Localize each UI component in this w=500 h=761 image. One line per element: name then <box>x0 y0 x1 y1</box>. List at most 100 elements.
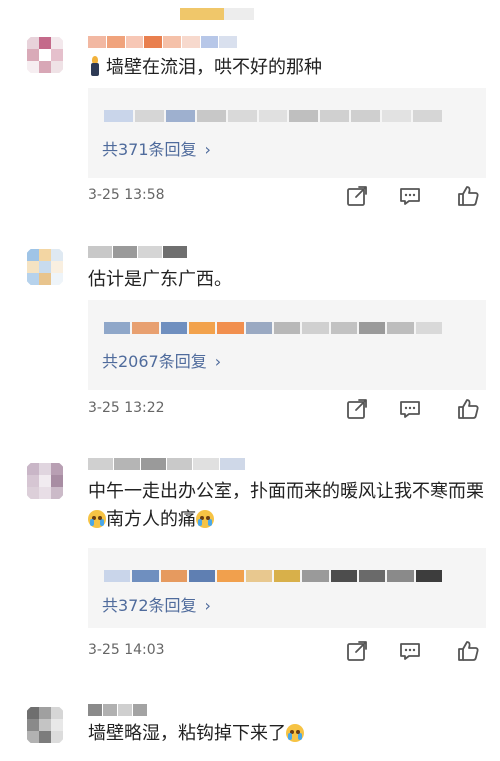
avatar-mosaic-cell <box>51 487 63 499</box>
comment-time: 3-25 14:03 <box>88 642 165 658</box>
reply-mosaic-cell <box>258 110 288 122</box>
username-mosaic-cell <box>114 458 140 470</box>
reply-mosaic-cell <box>382 110 412 122</box>
username-mosaic-cell <box>88 246 112 258</box>
avatar[interactable] <box>22 244 68 290</box>
share-icon[interactable] <box>344 638 370 664</box>
comment-item: 墙壁在流泪，哄不好的那种 共371条回复 › 3-25 13:58 <box>0 26 500 216</box>
reply-mosaic-cell <box>104 570 131 582</box>
username-mosaic-cell <box>118 704 132 716</box>
avatar-mosaic-cell <box>51 261 63 273</box>
username-mosaic-cell <box>140 458 166 470</box>
view-replies-link[interactable]: 共2067条回复 › <box>102 348 221 372</box>
avatar-mosaic-cell <box>27 707 39 719</box>
comment-time: 3-25 13:22 <box>88 400 165 416</box>
comment-icon[interactable] <box>397 396 423 422</box>
reply-mosaic-cell <box>160 322 187 334</box>
avatar-mosaic-cell <box>39 463 51 475</box>
avatar-mosaic-cell <box>51 61 63 73</box>
reply-mosaic-cell <box>134 110 164 122</box>
reply-mosaic-cell <box>245 322 272 334</box>
username-mosaic[interactable] <box>88 458 246 470</box>
avatar-mosaic-cell <box>51 719 63 731</box>
reply-mosaic-cell <box>165 110 195 122</box>
top-mosaic-strip <box>0 0 500 22</box>
avatar-mosaic-cell <box>27 487 39 499</box>
share-icon[interactable] <box>344 183 370 209</box>
crying-emoji-icon <box>286 724 304 742</box>
like-icon[interactable] <box>455 183 481 209</box>
reply-mosaic-cell <box>415 322 442 334</box>
avatar-mosaic-cell <box>27 475 39 487</box>
avatar[interactable] <box>22 458 68 504</box>
chevron-right-icon: › <box>204 596 211 615</box>
reply-mosaic-cell <box>196 110 226 122</box>
username-mosaic-cell <box>88 36 106 48</box>
avatar-mosaic-cell <box>51 49 63 61</box>
reply-mosaic-cell <box>132 322 159 334</box>
reply-mosaic-cell <box>387 322 414 334</box>
comment-actions <box>344 396 484 422</box>
username-mosaic-cell <box>138 246 162 258</box>
avatar-mosaic-cell <box>27 49 39 61</box>
avatar-mosaic-cell <box>39 731 51 743</box>
avatar-mosaic-cell <box>39 719 51 731</box>
comment-actions <box>344 638 484 664</box>
username-mosaic-cell <box>219 458 245 470</box>
username-mosaic-cell <box>103 704 117 716</box>
reply-mosaic-cell <box>302 570 329 582</box>
username-mosaic[interactable] <box>88 704 148 716</box>
username-mosaic-cell <box>219 36 237 48</box>
reply-mosaic-cell <box>302 322 329 334</box>
reply-mosaic-cell <box>274 570 301 582</box>
avatar-mosaic-cell <box>39 487 51 499</box>
comment-item: 墙壁略湿，粘钩掉下来了 <box>0 698 500 761</box>
chevron-right-icon: › <box>214 352 222 371</box>
username-mosaic-cell <box>163 246 187 258</box>
username-mosaic[interactable] <box>88 246 188 258</box>
username-mosaic-cell <box>133 704 147 716</box>
view-replies-link[interactable]: 共372条回复 › <box>102 592 211 616</box>
reply-preview[interactable]: 共371条回复 › <box>88 88 486 178</box>
avatar-mosaic-cell <box>27 463 39 475</box>
avatar-mosaic-cell <box>27 249 39 261</box>
reply-mosaic-cell <box>413 110 442 122</box>
avatar-mosaic-cell <box>27 61 39 73</box>
comment-time: 3-25 13:58 <box>88 187 165 203</box>
username-mosaic-cell <box>167 458 193 470</box>
comment-icon[interactable] <box>397 638 423 664</box>
avatar-mosaic-cell <box>39 249 51 261</box>
reply-mosaic-cell <box>132 570 159 582</box>
avatar-mosaic-cell <box>39 475 51 487</box>
reply-mosaic-cell <box>359 570 386 582</box>
like-icon[interactable] <box>455 638 481 664</box>
reply-preview-mosaic <box>104 322 444 334</box>
comment-icon[interactable] <box>397 183 423 209</box>
chevron-right-icon: › <box>204 140 211 159</box>
reply-mosaic-cell <box>330 322 357 334</box>
reply-preview[interactable]: 共2067条回复 › <box>88 300 486 390</box>
share-icon[interactable] <box>344 396 370 422</box>
username-mosaic[interactable] <box>88 36 238 48</box>
comment-text: 估计是广东广西。 <box>88 269 232 290</box>
reply-mosaic-cell <box>289 110 319 122</box>
avatar[interactable] <box>22 32 68 78</box>
avatar-mosaic-cell <box>51 731 63 743</box>
avatar[interactable] <box>22 702 68 748</box>
avatar-mosaic-cell <box>27 731 39 743</box>
avatar-mosaic-cell <box>51 463 63 475</box>
reply-mosaic-cell <box>227 110 257 122</box>
reply-mosaic-cell <box>189 322 216 334</box>
username-mosaic-cell <box>193 458 219 470</box>
avatar-mosaic-cell <box>39 261 51 273</box>
view-replies-link[interactable]: 共371条回复 › <box>102 136 211 160</box>
comment-text: 墙壁略湿，粘钩掉下来了 <box>88 720 478 748</box>
reply-mosaic-cell <box>160 570 187 582</box>
avatar-mosaic-cell <box>27 719 39 731</box>
avatar-mosaic-cell <box>51 273 63 285</box>
avatar-mosaic-cell <box>27 261 39 273</box>
avatar-mosaic-cell <box>39 273 51 285</box>
reply-preview[interactable]: 共372条回复 › <box>88 548 486 628</box>
comment-item: 中午一走出办公室，扑面而来的暖风让我不寒而栗 南方人的痛 共372条回复 › 3-2… <box>0 450 500 680</box>
like-icon[interactable] <box>455 396 481 422</box>
